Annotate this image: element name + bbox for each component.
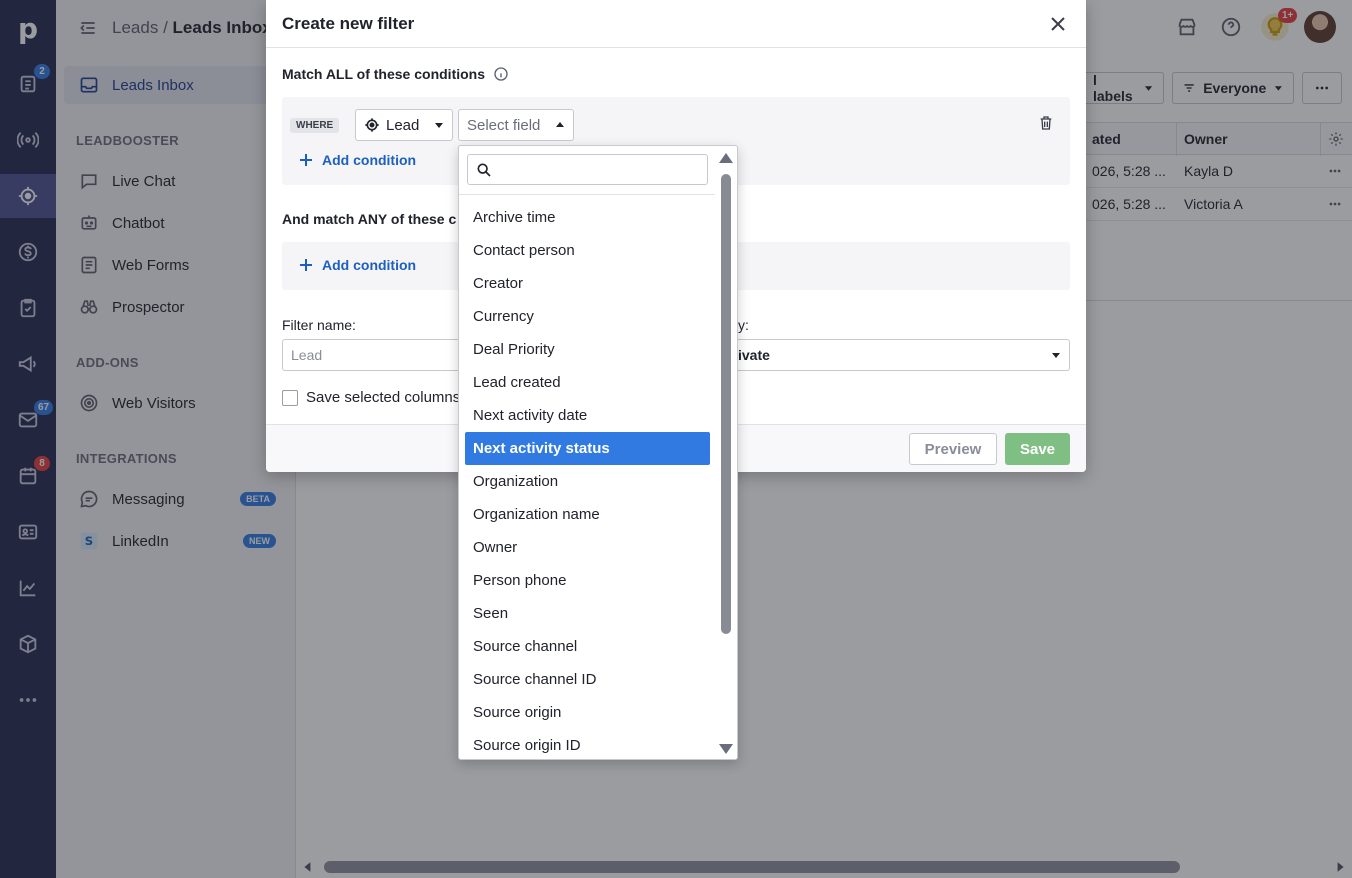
caret-down-icon <box>1052 353 1060 358</box>
field-option[interactable]: Source origin <box>465 696 710 729</box>
field-option[interactable]: Seen <box>465 597 710 630</box>
save-button[interactable]: Save <box>1005 433 1070 465</box>
target-icon <box>365 118 379 132</box>
scroll-left-icon[interactable] <box>302 861 314 873</box>
field-option[interactable]: Lead created <box>465 366 710 399</box>
match-any-label: And match ANY of these c <box>282 211 457 227</box>
field-option[interactable]: Creator <box>465 267 710 300</box>
field-search-input[interactable] <box>467 154 708 185</box>
save-columns-label: Save selected columns <box>306 389 461 406</box>
field-option[interactable]: Person phone <box>465 564 710 597</box>
search-icon <box>477 163 491 177</box>
match-all-heading: Match ALL of these conditions <box>282 66 509 82</box>
caret-down-icon <box>435 123 443 128</box>
caret-up-icon <box>556 122 564 127</box>
field-option[interactable]: Archive time <box>465 201 710 234</box>
visibility-select[interactable]: ivate <box>730 339 1070 371</box>
scroll-right-icon[interactable] <box>1334 861 1346 873</box>
modal-header: Create new filter <box>266 0 1086 48</box>
dropdown-divider <box>459 194 717 195</box>
entity-select-value: Lead <box>386 116 420 134</box>
save-columns-checkbox[interactable] <box>282 390 298 406</box>
preview-button[interactable]: Preview <box>909 433 997 465</box>
visibility-value: ivate <box>738 347 770 363</box>
field-option[interactable]: Currency <box>465 300 710 333</box>
field-select[interactable]: Select field <box>458 109 574 141</box>
add-condition-all-label: Add condition <box>322 152 417 168</box>
trash-icon[interactable] <box>1038 115 1054 131</box>
match-any-heading: And match ANY of these c <box>282 211 456 227</box>
plus-icon <box>300 154 312 166</box>
field-option[interactable]: Owner <box>465 531 710 564</box>
filter-name-placeholder: Lead <box>291 347 323 363</box>
field-option[interactable]: Next activity status <box>465 432 710 465</box>
field-option[interactable]: Organization <box>465 465 710 498</box>
filter-name-input[interactable]: Lead <box>282 339 460 371</box>
dropdown-scrollbar[interactable] <box>715 146 737 759</box>
scroll-up-icon[interactable] <box>718 152 734 164</box>
dropdown-scroll-thumb[interactable] <box>721 174 731 634</box>
where-label: WHERE <box>290 118 340 133</box>
field-option[interactable]: Deal Priority <box>465 333 710 366</box>
field-option[interactable]: Organization name <box>465 498 710 531</box>
info-icon[interactable] <box>493 66 509 82</box>
match-all-label: Match ALL of these conditions <box>282 66 486 82</box>
field-option[interactable]: Contact person <box>465 234 710 267</box>
filter-name-label: Filter name: <box>282 317 356 333</box>
add-condition-all-button[interactable]: Add condition <box>300 152 416 168</box>
field-select-placeholder: Select field <box>467 116 541 134</box>
horizontal-scrollbar[interactable] <box>296 856 1352 878</box>
horizontal-scroll-thumb[interactable] <box>324 861 1180 873</box>
close-icon <box>1051 16 1065 31</box>
field-option[interactable]: Source origin ID <box>465 729 710 759</box>
entity-select[interactable]: Lead <box>355 109 453 141</box>
close-button[interactable] <box>1046 12 1070 36</box>
scroll-down-icon[interactable] <box>718 743 734 755</box>
visibility-label: y: <box>738 317 749 333</box>
field-option[interactable]: Next activity date <box>465 399 710 432</box>
modal-title: Create new filter <box>282 13 415 33</box>
field-option[interactable]: Source channel <box>465 630 710 663</box>
add-condition-any-button[interactable]: Add condition <box>300 257 416 273</box>
plus-icon <box>300 259 312 271</box>
field-dropdown: Archive time Contact person Creator Currenc… <box>458 145 738 760</box>
add-condition-any-label: Add condition <box>322 257 417 273</box>
field-option[interactable]: Source channel ID <box>465 663 710 696</box>
